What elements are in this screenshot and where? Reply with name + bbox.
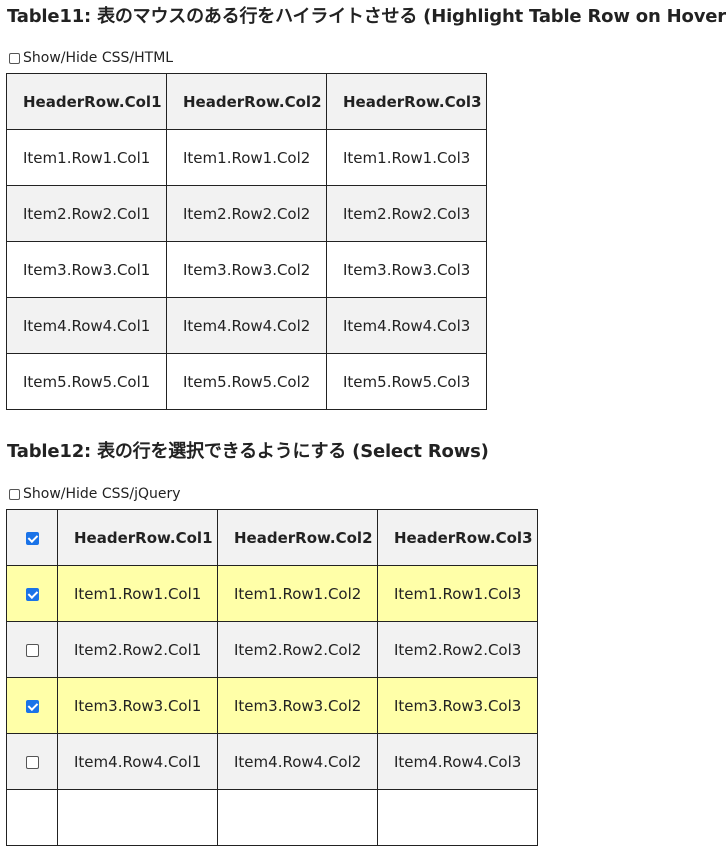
table12-header-cell: HeaderRow.Col2: [217, 509, 378, 566]
table12-cell: Item4.Row4.Col2: [217, 733, 378, 790]
table12-cell: [57, 789, 218, 846]
table12-row[interactable]: [6, 789, 538, 846]
table12-header-cell: HeaderRow.Col3: [377, 509, 538, 566]
table11-row[interactable]: Item2.Row2.Col1 Item2.Row2.Col2 Item2.Ro…: [6, 185, 487, 242]
table11-row[interactable]: Item5.Row5.Col1 Item5.Row5.Col2 Item5.Ro…: [6, 353, 487, 410]
table12-cell: Item4.Row4.Col3: [377, 733, 538, 790]
table11-cell: Item3.Row3.Col2: [166, 241, 327, 298]
select-all-checkbox[interactable]: [25, 531, 39, 545]
table11-cell: Item1.Row1.Col3: [326, 129, 487, 186]
table12-checkbox-cell: [6, 565, 58, 622]
table12-cell: Item2.Row2.Col2: [217, 621, 378, 678]
table11-cell: Item2.Row2.Col1: [6, 185, 167, 242]
table11-header-cell: HeaderRow.Col1: [6, 73, 167, 130]
table12-row[interactable]: Item4.Row4.Col1 Item4.Row4.Col2 Item4.Ro…: [6, 733, 538, 790]
row-select-checkbox[interactable]: [25, 587, 39, 601]
table12-toggle[interactable]: Show/Hide CSS/jQuery: [9, 486, 181, 502]
table12-checkbox-cell: [6, 621, 58, 678]
table12-cell: [377, 789, 538, 846]
table11-header-cell: HeaderRow.Col3: [326, 73, 487, 130]
row-select-checkbox[interactable]: [25, 643, 39, 657]
table11-cell: Item4.Row4.Col2: [166, 297, 327, 354]
table11: HeaderRow.Col1 HeaderRow.Col2 HeaderRow.…: [6, 73, 487, 410]
table11-header-row: HeaderRow.Col1 HeaderRow.Col2 HeaderRow.…: [6, 73, 487, 130]
table11-toggle[interactable]: Show/Hide CSS/HTML: [9, 50, 173, 66]
table11-cell: Item2.Row2.Col2: [166, 185, 327, 242]
table12-cell: Item3.Row3.Col3: [377, 677, 538, 734]
table12-cell: Item2.Row2.Col1: [57, 621, 218, 678]
table12-cell: Item4.Row4.Col1: [57, 733, 218, 790]
table11-row[interactable]: Item1.Row1.Col1 Item1.Row1.Col2 Item1.Ro…: [6, 129, 487, 186]
table12-cell: [217, 789, 378, 846]
table11-row[interactable]: Item3.Row3.Col1 Item3.Row3.Col2 Item3.Ro…: [6, 241, 487, 298]
row-select-checkbox[interactable]: [25, 699, 39, 713]
table12-header-checkbox-cell: [6, 509, 58, 566]
table12-row[interactable]: Item3.Row3.Col1 Item3.Row3.Col2 Item3.Ro…: [6, 677, 538, 734]
table12-cell: Item1.Row1.Col2: [217, 565, 378, 622]
table11-cell: Item5.Row5.Col1: [6, 353, 167, 410]
table12-cell: Item1.Row1.Col1: [57, 565, 218, 622]
table12-checkbox-cell: [6, 733, 58, 790]
table12-checkbox-cell: [6, 677, 58, 734]
table12-checkbox-cell: [6, 789, 58, 846]
table11-cell: Item3.Row3.Col3: [326, 241, 487, 298]
table11-cell: Item1.Row1.Col1: [6, 129, 167, 186]
table11-header-cell: HeaderRow.Col2: [166, 73, 327, 130]
table11-row[interactable]: Item4.Row4.Col1 Item4.Row4.Col2 Item4.Ro…: [6, 297, 487, 354]
table12-header-cell: HeaderRow.Col1: [57, 509, 218, 566]
table11-cell: Item2.Row2.Col3: [326, 185, 487, 242]
table12-title: Table12: 表の行を選択できるようにする (Select Rows): [7, 441, 489, 462]
table12-cell: Item3.Row3.Col1: [57, 677, 218, 734]
table12-header-row: HeaderRow.Col1 HeaderRow.Col2 HeaderRow.…: [6, 509, 538, 566]
table11-cell: Item5.Row5.Col3: [326, 353, 487, 410]
table12: HeaderRow.Col1 HeaderRow.Col2 HeaderRow.…: [6, 509, 538, 846]
table11-toggle-label: Show/Hide CSS/HTML: [23, 50, 174, 66]
table12-cell: Item1.Row1.Col3: [377, 565, 538, 622]
table11-toggle-checkbox[interactable]: [9, 52, 20, 64]
table12-toggle-checkbox[interactable]: [9, 488, 20, 500]
table12-row[interactable]: Item2.Row2.Col1 Item2.Row2.Col2 Item2.Ro…: [6, 621, 538, 678]
table12-row[interactable]: Item1.Row1.Col1 Item1.Row1.Col2 Item1.Ro…: [6, 565, 538, 622]
table12-cell: Item3.Row3.Col2: [217, 677, 378, 734]
row-select-checkbox[interactable]: [25, 755, 39, 769]
table11-cell: Item3.Row3.Col1: [6, 241, 167, 298]
table11-cell: Item1.Row1.Col2: [166, 129, 327, 186]
table12-toggle-label: Show/Hide CSS/jQuery: [23, 486, 181, 502]
table12-cell: Item2.Row2.Col3: [377, 621, 538, 678]
table11-title: Table11: 表のマウスのある行をハイライトさせる (Highlight T…: [7, 6, 726, 27]
table11-cell: Item5.Row5.Col2: [166, 353, 327, 410]
table11-cell: Item4.Row4.Col1: [6, 297, 167, 354]
table11-cell: Item4.Row4.Col3: [326, 297, 487, 354]
